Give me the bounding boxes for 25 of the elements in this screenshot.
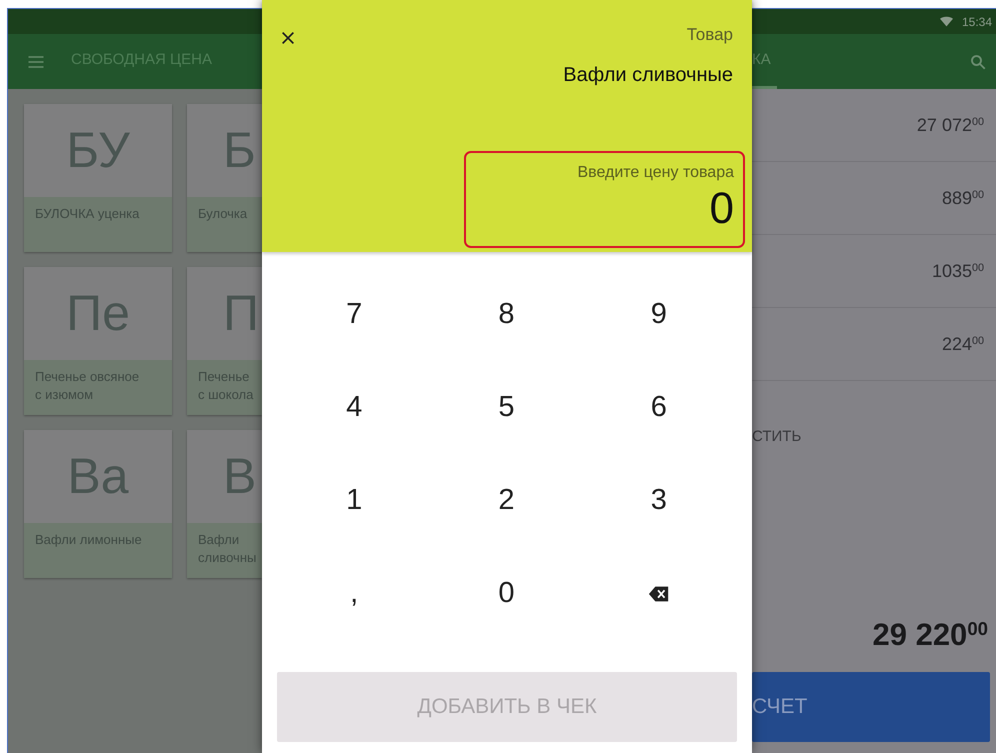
product-title: Вафли сливочные [563, 63, 733, 88]
line-amount: 224$^{00}$ [942, 332, 984, 356]
keypad-key[interactable]: 9 [582, 268, 735, 361]
keypad-key[interactable]: 5 [430, 361, 583, 454]
keypad-key[interactable]: , [278, 547, 430, 640]
line-amount: 27 072$^{00}$ [916, 114, 984, 136]
status-time: 15:34 [962, 14, 992, 30]
keypad-key[interactable]: 4 [278, 361, 430, 454]
price-label: Введите цену товара [577, 163, 734, 183]
wifi-icon [938, 15, 954, 28]
keypad-key[interactable]: 8 [430, 268, 583, 361]
dialog-subtitle: Товар [686, 24, 733, 46]
keypad-key[interactable]: 3 [582, 454, 735, 547]
price-input[interactable]: 0 [614, 185, 734, 234]
keypad-key[interactable]: 7 [278, 268, 430, 361]
keypad-key[interactable]: 6 [582, 361, 735, 454]
keypad-key[interactable]: 1 [278, 454, 430, 547]
keypad-key[interactable]: 0 [430, 547, 583, 640]
line-amount: 889$^{00}$ [942, 186, 984, 210]
price-field[interactable]: Введите цену товара 0 [464, 151, 745, 248]
total-amount: 29 220$^{00}$ [872, 616, 988, 654]
keypad-key[interactable]: 2 [430, 454, 583, 547]
line-amount: 1035$^{00}$ [932, 260, 984, 282]
search-icon[interactable] [969, 52, 987, 70]
close-icon [280, 30, 296, 46]
